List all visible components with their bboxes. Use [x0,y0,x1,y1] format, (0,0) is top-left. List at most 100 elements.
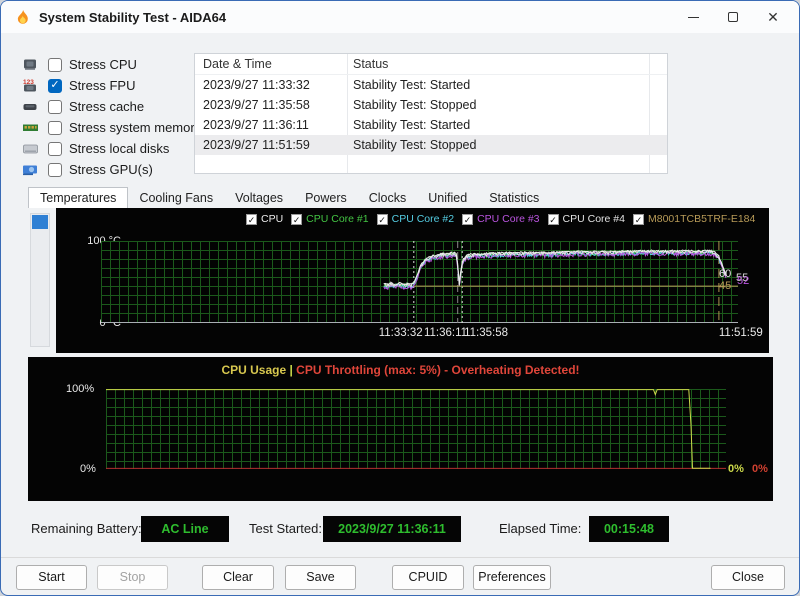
checkbox[interactable] [48,99,62,114]
current-value-label: 52 [737,275,750,288]
legend-checkbox[interactable]: ✓ [246,213,257,225]
current-value-label: 60 [719,267,732,280]
minimize-button[interactable] [673,3,713,31]
title-bar: System Stability Test - AIDA64 ✕ [1,1,799,33]
close-button[interactable]: Close [711,565,785,590]
fpu-icon: 123 [23,79,36,92]
checkbox[interactable] [48,141,62,156]
legend-label: CPU [261,213,284,225]
status-label: Test Started: [249,521,322,536]
status-label: Remaining Battery: [31,521,142,536]
legend-label: CPU Core #1 [306,213,369,225]
stop-button[interactable]: Stop [97,565,168,590]
memory-icon [23,124,38,131]
cell-datetime: 2023/9/27 11:33:32 [203,78,310,92]
stress-option-stress-fpu[interactable]: 123 ✓ Stress FPU [21,77,201,94]
temperature-plot [101,241,738,323]
start-button[interactable]: Start [16,565,87,590]
legend-item-cpu-core-1[interactable]: ✓ CPU Core #1 [291,213,369,225]
close-icon: ✕ [767,9,779,25]
stress-option-label: Stress CPU [69,57,137,72]
gpu-icon [23,165,37,176]
stress-option-label: Stress system memory [69,120,202,135]
legend-item-cpu-core-3[interactable]: ✓ CPU Core #3 [462,213,540,225]
usage-header: CPU Usage | CPU Throttling (max: 5%) - O… [28,363,773,377]
usage-separator: | [289,363,293,377]
clear-button[interactable]: Clear [202,565,274,590]
checkbox[interactable] [48,120,62,135]
stress-option-stress-cache[interactable]: Stress cache [21,98,201,115]
button-divider [1,557,799,558]
y-axis-max-label: 100% [66,383,95,395]
save-button[interactable]: Save [285,565,356,590]
usage-plot [106,389,726,469]
aida64-flame-icon [17,9,28,24]
cpu-icon [24,59,36,70]
disk-icon [23,144,38,154]
table-row[interactable]: 2023/9/27 11:51:59 Stability Test: Stoppe… [195,135,667,155]
tab-temperatures[interactable]: Temperatures [28,187,129,208]
legend-item-cpu[interactable]: ✓ CPU [246,213,283,225]
legend-item-cpu-core-2[interactable]: ✓ CPU Core #2 [376,213,455,225]
tab-powers[interactable]: Powers [294,188,358,208]
legend-item-cpu-core-4[interactable]: ✓ CPU Core #4 [547,213,625,225]
tab-cooling-fans[interactable]: Cooling Fans [128,188,224,208]
cell-datetime: 2023/9/27 11:36:11 [203,118,309,132]
minimize-icon [687,16,699,18]
cell-status: Stability Test: Stopped [353,138,477,152]
usage-value-label: 0% [728,463,744,475]
stress-option-label: Stress GPU(s) [69,162,153,177]
series-cpu-usage [106,389,711,469]
table-row[interactable]: 2023/9/27 11:33:32 Stability Test: Starte… [195,75,667,95]
chart-tabs: Temperatures Cooling Fans Voltages Powers Cl… [28,187,550,208]
y-axis-min-label: 0% [80,463,96,475]
scrollbar-thumb[interactable] [32,215,48,229]
legend-item-m8001tcb5trf-e184[interactable]: ✓ M8001TCB5TRF-E184 [632,213,756,225]
legend-checkbox[interactable]: ✓ [376,213,388,225]
legend-label: CPU Core #4 [562,213,625,225]
table-row[interactable]: 2023/9/27 11:36:11 Stability Test: Starte… [195,115,667,135]
cell-datetime: 2023/9/27 11:35:58 [203,98,310,112]
event-log-table[interactable]: Date & Time Status 2023/9/27 11:33:32 Sta… [194,53,668,174]
column-header-datetime: Date & Time [203,57,272,71]
checkbox[interactable]: ✓ [48,78,62,93]
tab-statistics[interactable]: Statistics [478,188,550,208]
table-row[interactable]: 2023/9/27 11:35:58 Stability Test: Stoppe… [195,95,667,115]
status-value-box: 2023/9/27 11:36:11 [323,516,461,542]
tab-voltages[interactable]: Voltages [224,188,294,208]
preferences-button[interactable]: Preferences [473,565,551,590]
stress-option-stress-cpu[interactable]: Stress CPU [21,56,201,73]
time-axis-label: 11:51:59 [718,327,763,339]
cell-datetime: 2023/9/27 11:51:59 [203,138,310,152]
system-stability-test-window: System Stability Test - AIDA64 ✕ Stress … [0,0,800,596]
usage-value-label: 0% [752,463,768,475]
legend-checkbox[interactable]: ✓ [291,213,303,225]
tab-clocks[interactable]: Clocks [358,188,418,208]
tab-unified[interactable]: Unified [417,188,478,208]
column-header-status: Status [353,57,389,71]
time-axis-label: 11:33:32 [378,327,423,339]
legend-label: CPU Core #2 [391,213,455,225]
legend-checkbox[interactable]: ✓ [632,213,644,225]
cell-status: Stability Test: Started [353,118,471,132]
time-axis-label: 11:36:11 [423,327,468,339]
maximize-button[interactable] [713,3,753,31]
close-button[interactable]: ✕ [753,3,793,31]
legend-checkbox[interactable]: ✓ [547,213,559,225]
temperature-scrollbar[interactable] [30,213,50,347]
stress-option-stress-system-memory[interactable]: Stress system memory [21,119,201,136]
status-label: Elapsed Time: [499,521,582,536]
checkbox[interactable] [48,162,62,177]
cpuid-button[interactable]: CPUID [392,565,464,590]
legend-checkbox[interactable]: ✓ [462,213,474,225]
cpu-usage-panel: CPU Usage | CPU Throttling (max: 5%) - O… [28,357,773,501]
legend-label: M8001TCB5TRF-E184 [647,213,756,225]
log-table-header: Date & Time Status [195,54,667,75]
status-value-box: AC Line [141,516,229,542]
stress-options-panel: Stress CPU 123 ✓ Stress FPU Stress cache Stre… [21,56,201,178]
stress-option-stress-gpu-s-[interactable]: Stress GPU(s) [21,161,201,178]
stress-option-label: Stress FPU [69,78,136,93]
temperature-chart-panel: ✓ CPU ✓ CPU Core #1 ✓ CPU Core #2 ✓ CPU Core #3… [56,208,769,353]
stress-option-stress-local-disks[interactable]: Stress local disks [21,140,201,157]
checkbox[interactable] [48,57,62,72]
